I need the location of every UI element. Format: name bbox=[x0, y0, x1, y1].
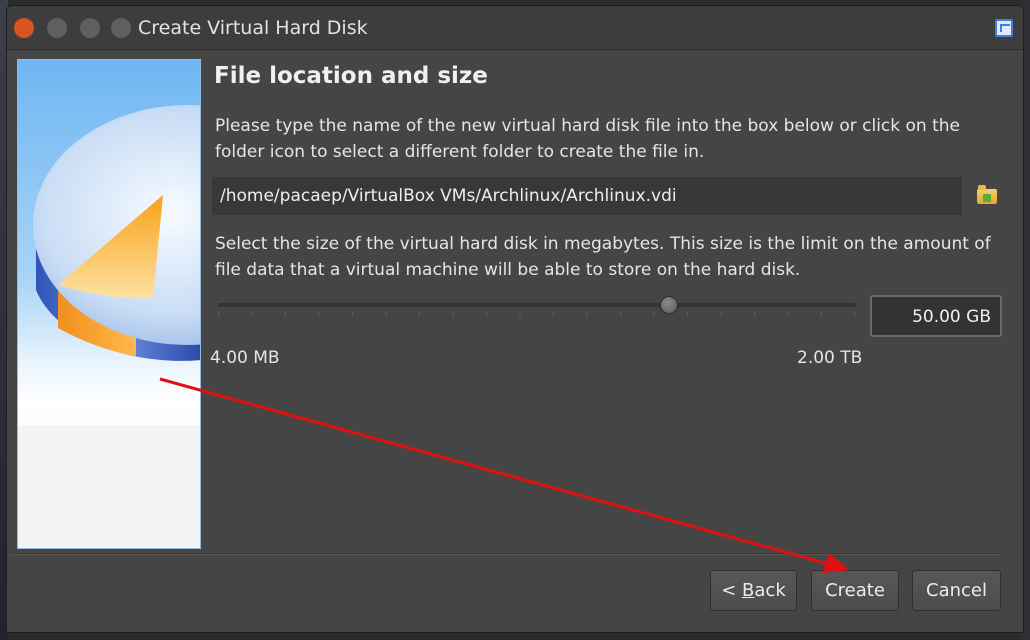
back-button-mnemonic: B bbox=[742, 580, 755, 601]
size-slider-handle[interactable] bbox=[660, 296, 678, 314]
folder-icon[interactable] bbox=[977, 185, 997, 204]
size-description: Select the size of the virtual hard disk… bbox=[215, 234, 991, 280]
file-path-input[interactable]: /home/pacaep/VirtualBox VMs/Archlinux/Ar… bbox=[212, 177, 962, 215]
size-value-field[interactable]: 50.00 GB bbox=[870, 295, 1002, 337]
close-window-button[interactable] bbox=[14, 18, 34, 38]
back-button[interactable]: < Back bbox=[710, 570, 797, 611]
hard-disk-illustration-icon bbox=[33, 105, 200, 361]
cancel-button[interactable]: Cancel bbox=[912, 570, 1001, 611]
slider-max-label: 2.00 TB bbox=[797, 348, 863, 368]
back-button-prefix: < bbox=[721, 580, 743, 601]
size-slider-ticks bbox=[218, 311, 856, 317]
virtualbox-icon bbox=[995, 19, 1013, 37]
maximize-window-button[interactable] bbox=[80, 18, 100, 38]
button-separator bbox=[10, 553, 1002, 555]
location-description: Please type the name of the new virtual … bbox=[215, 116, 960, 162]
window-title: Create Virtual Hard Disk bbox=[138, 17, 368, 39]
shade-window-button[interactable] bbox=[111, 18, 131, 38]
back-button-rest: ack bbox=[754, 580, 786, 601]
minimize-window-button[interactable] bbox=[47, 18, 67, 38]
title-bar[interactable]: Create Virtual Hard Disk bbox=[7, 6, 1023, 50]
wizard-watermark-image bbox=[17, 59, 201, 549]
create-button[interactable]: Create bbox=[811, 570, 899, 611]
watermark-lower-area bbox=[18, 425, 200, 548]
slider-min-label: 4.00 MB bbox=[210, 348, 280, 368]
size-slider-track[interactable] bbox=[218, 303, 856, 307]
page-title: File location and size bbox=[214, 63, 488, 89]
